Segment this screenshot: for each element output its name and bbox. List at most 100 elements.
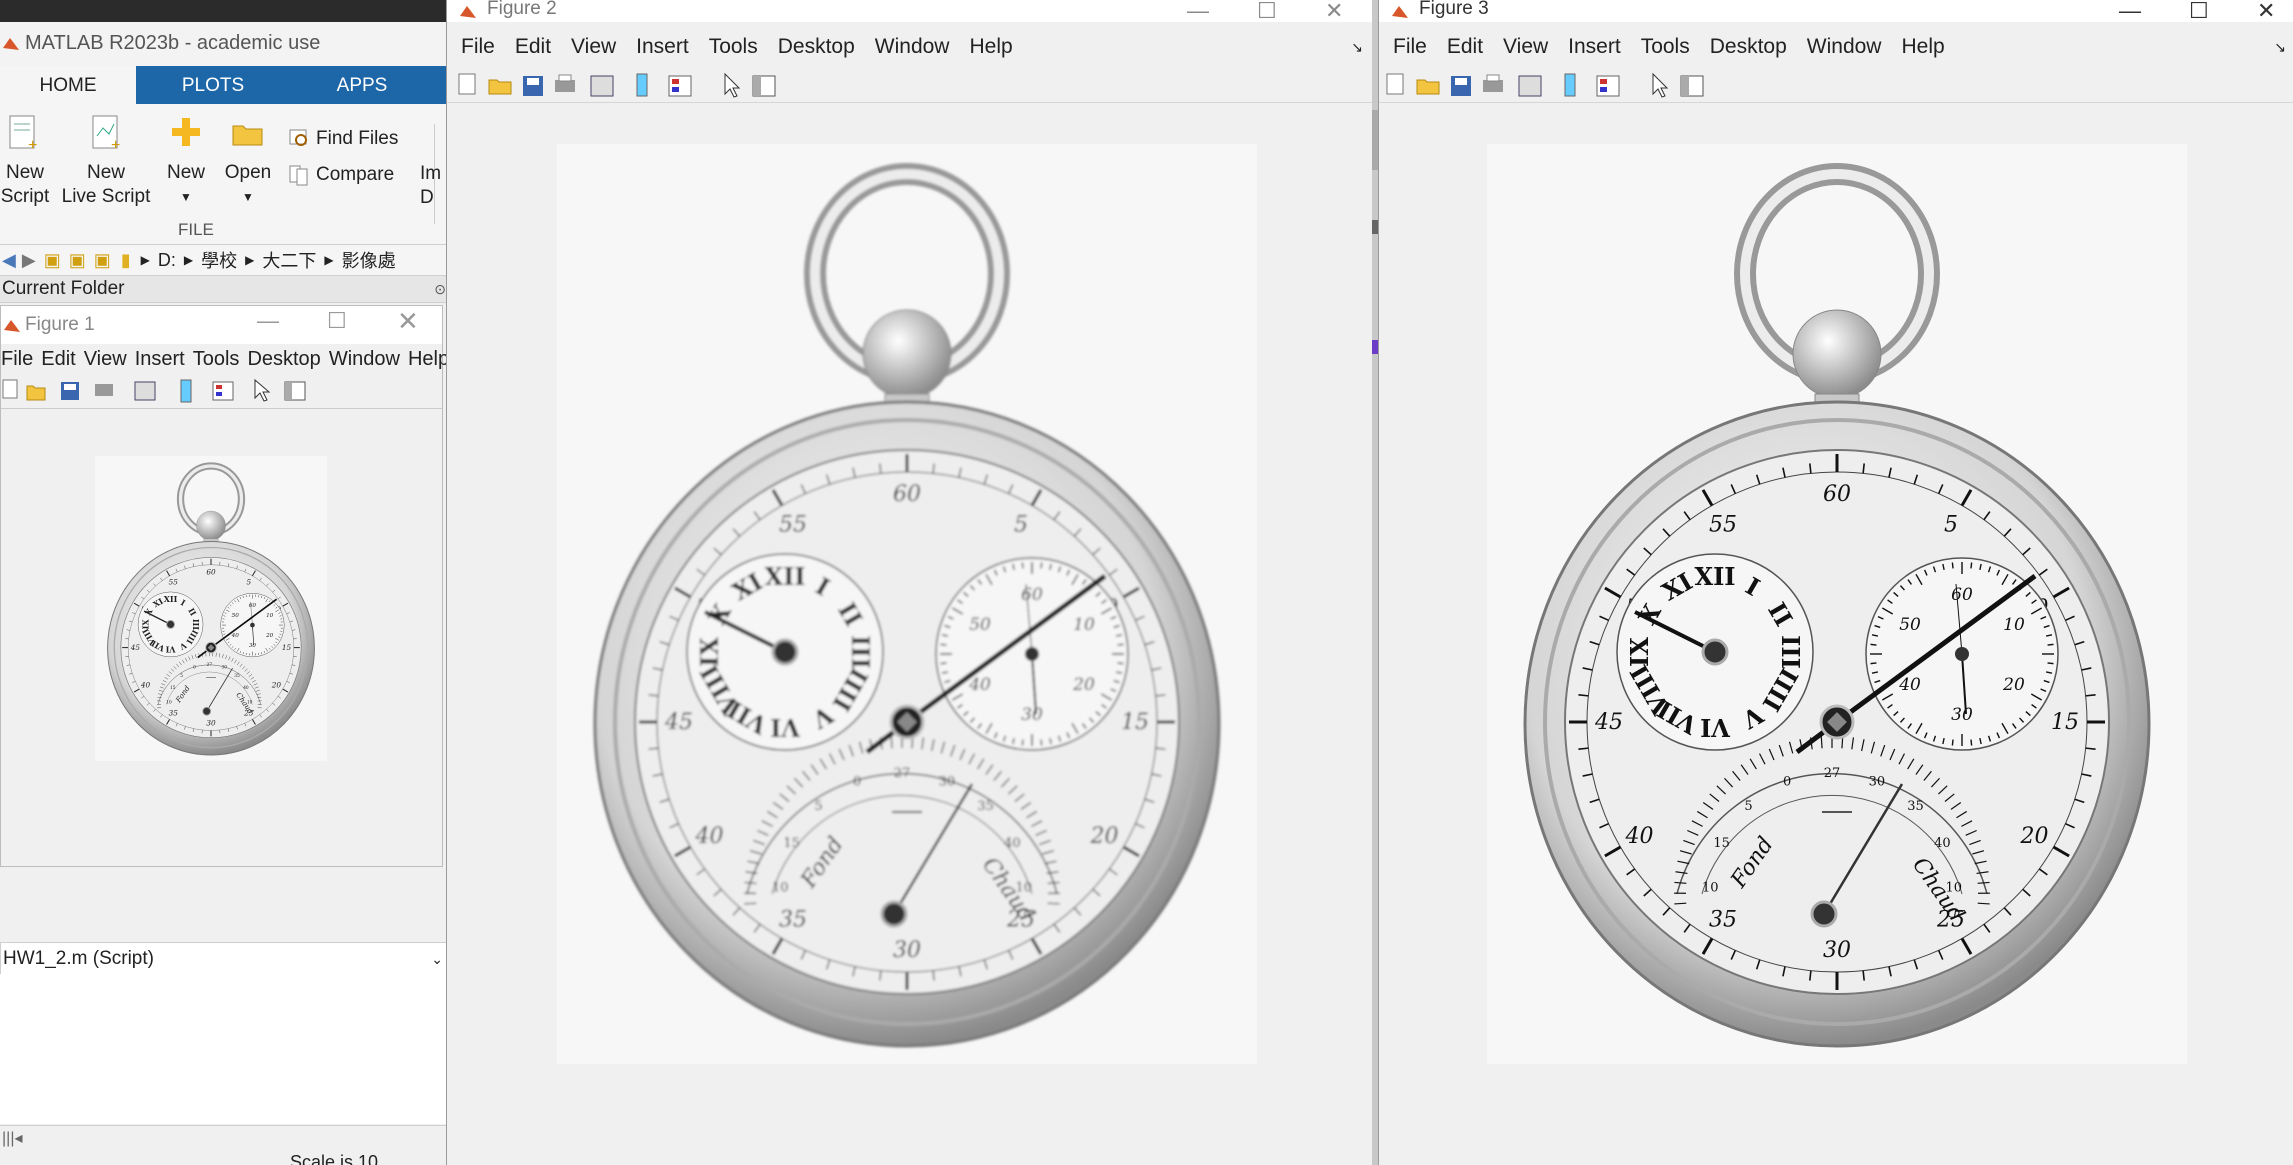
property-editor-icon[interactable] — [284, 381, 306, 401]
menu-desktop[interactable]: Desktop — [778, 35, 855, 59]
new-figure-icon[interactable] — [458, 73, 476, 95]
tab-home[interactable]: HOME — [0, 66, 136, 104]
print-icon[interactable] — [1483, 74, 1503, 92]
menu-view[interactable]: View — [1503, 35, 1548, 59]
property-editor-icon[interactable] — [752, 75, 776, 97]
menu-edit[interactable]: Edit — [1447, 35, 1483, 59]
menu-view[interactable]: View — [84, 348, 127, 371]
svg-text:20: 20 — [271, 681, 282, 690]
menu-insert[interactable]: Insert — [135, 348, 185, 371]
legend-icon[interactable] — [212, 381, 234, 401]
path-item-year[interactable]: 大二下 — [262, 247, 316, 273]
up-folder-icon[interactable]: ▣ — [44, 250, 61, 271]
new-figure-icon[interactable] — [1386, 73, 1404, 95]
menu-tools[interactable]: Tools — [193, 348, 240, 371]
new-button[interactable]: New ▼ — [164, 114, 208, 209]
svg-text:30: 30 — [1951, 705, 1973, 725]
import-label-1: Im — [420, 163, 442, 184]
menu-window[interactable]: Window — [875, 35, 950, 59]
save-icon[interactable] — [523, 76, 543, 96]
menu-file[interactable]: File — [1393, 35, 1427, 59]
maximize-button[interactable]: ☐ — [2189, 0, 2209, 24]
menu-edit[interactable]: Edit — [41, 348, 75, 371]
menu-window[interactable]: Window — [329, 348, 400, 371]
new-live-script-button[interactable]: + New Live Script — [58, 114, 154, 209]
legend-icon[interactable] — [1596, 75, 1620, 97]
close-button[interactable]: ✕ — [397, 306, 419, 337]
back-arrow-icon[interactable]: ◀ — [2, 250, 16, 271]
import-data-button[interactable]: Im D — [420, 162, 446, 210]
horizontal-scrollbar[interactable]: |||◂ — [0, 1125, 446, 1156]
link-plot-icon[interactable] — [590, 75, 614, 97]
menu-insert[interactable]: Insert — [1568, 35, 1621, 59]
menu-tools[interactable]: Tools — [709, 35, 758, 59]
figure-2-axes[interactable]: 60510152025303540455055XIIIIIIIIIIIIVVIV… — [557, 144, 1257, 1064]
svg-text:30: 30 — [893, 938, 921, 963]
path-item-drive[interactable]: D: — [158, 250, 176, 271]
open-button[interactable]: Open ▼ — [220, 114, 276, 209]
menu-help[interactable]: Help — [969, 35, 1012, 59]
close-button[interactable]: ✕ — [2257, 0, 2275, 24]
menu-edit[interactable]: Edit — [515, 35, 551, 59]
compare-button[interactable]: Compare — [288, 164, 394, 186]
chevron-down-icon[interactable]: ⌄ — [431, 943, 443, 975]
figure-3-axes[interactable]: 60510152025303540455055XIIIIIIIIIIIIVVIV… — [1487, 144, 2187, 1064]
save-icon[interactable] — [61, 382, 79, 400]
path-item-course[interactable]: 影像處 — [342, 247, 396, 273]
import-label-2: D — [420, 187, 434, 208]
open-file-icon[interactable] — [1416, 79, 1440, 95]
panel-menu-icon[interactable]: ⊙ — [434, 276, 446, 302]
menu-desktop[interactable]: Desktop — [247, 348, 320, 371]
figure-1-axes[interactable]: 60510152025303540455055XIIIIIIIIIIIIVVIV… — [95, 456, 327, 761]
maximize-button[interactable]: ☐ — [1257, 0, 1277, 24]
open-file-icon[interactable] — [26, 385, 46, 401]
minimize-button[interactable]: — — [257, 308, 279, 334]
tab-plots[interactable]: PLOTS — [156, 66, 270, 104]
dock-arrow-icon[interactable]: ↘ — [2274, 39, 2286, 56]
print-icon[interactable] — [95, 384, 113, 396]
tab-apps[interactable]: APPS — [300, 66, 424, 104]
open-file-icon[interactable] — [488, 79, 512, 95]
colorbar-icon[interactable] — [636, 73, 648, 97]
new-label: New — [166, 162, 205, 183]
maximize-button[interactable]: ☐ — [327, 308, 347, 334]
menu-window[interactable]: Window — [1807, 35, 1882, 59]
property-editor-icon[interactable] — [1680, 75, 1704, 97]
colorbar-icon[interactable] — [180, 379, 192, 403]
menu-tools[interactable]: Tools — [1641, 35, 1690, 59]
minimize-button[interactable]: — — [1187, 0, 1209, 24]
compare-label: Compare — [316, 164, 395, 185]
editor-file-tab[interactable]: HW1_2.m (Script) ⌄ — [0, 942, 446, 976]
menu-view[interactable]: View — [571, 35, 616, 59]
menu-desktop[interactable]: Desktop — [1710, 35, 1787, 59]
save-icon[interactable] — [1451, 76, 1471, 96]
menu-help[interactable]: Help — [408, 348, 449, 371]
menu-file[interactable]: File — [461, 35, 495, 59]
colorbar-icon[interactable] — [1564, 73, 1576, 97]
legend-icon[interactable] — [668, 75, 692, 97]
menu-help[interactable]: Help — [1901, 35, 1944, 59]
chevron-down-icon: ▼ — [242, 190, 254, 204]
menu-file[interactable]: File — [1, 348, 33, 371]
link-plot-icon[interactable] — [1518, 75, 1542, 97]
script-file-label: HW1_2.m (Script) — [3, 948, 154, 969]
pointer-icon[interactable] — [1652, 72, 1669, 98]
pointer-icon[interactable] — [254, 378, 271, 402]
link-plot-icon[interactable] — [134, 381, 156, 401]
editor-area[interactable] — [0, 974, 446, 1124]
path-item-school[interactable]: 學校 — [201, 247, 237, 273]
close-button[interactable]: ✕ — [1325, 0, 1343, 24]
scroll-left-icon[interactable]: |||◂ — [2, 1128, 23, 1148]
pointer-icon[interactable] — [724, 72, 741, 98]
folder-tree-icon[interactable]: ▣ — [94, 250, 111, 271]
forward-arrow-icon[interactable]: ▶ — [22, 250, 36, 271]
print-icon[interactable] — [555, 74, 575, 92]
find-files-button[interactable]: Find Files — [288, 128, 398, 150]
svg-text:0: 0 — [193, 666, 196, 671]
browse-folder-icon[interactable]: ▣ — [69, 250, 86, 271]
dock-arrow-icon[interactable]: ↘ — [1351, 39, 1363, 56]
menu-insert[interactable]: Insert — [636, 35, 689, 59]
minimize-button[interactable]: — — [2119, 0, 2141, 24]
new-figure-icon[interactable] — [2, 379, 18, 399]
new-script-button[interactable]: + New Script — [0, 114, 50, 209]
